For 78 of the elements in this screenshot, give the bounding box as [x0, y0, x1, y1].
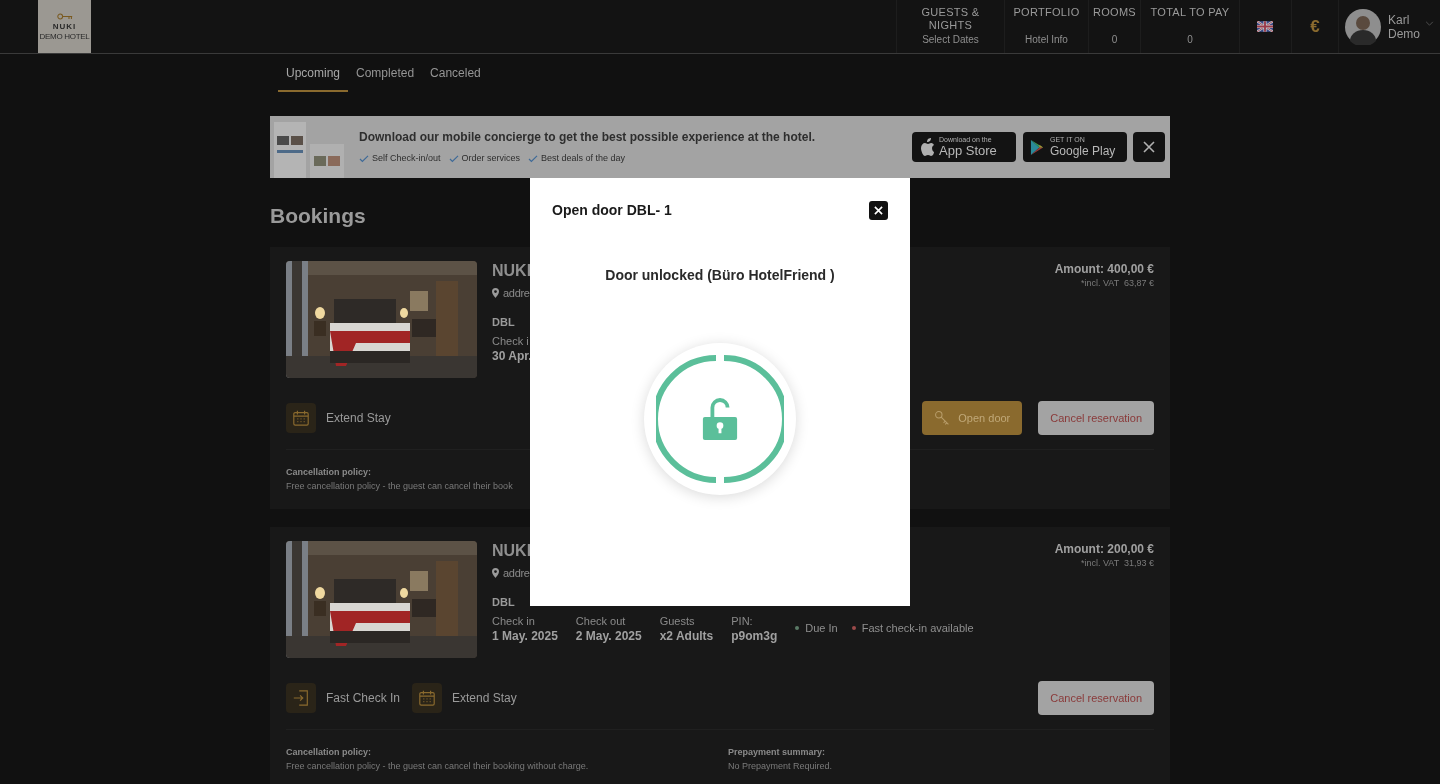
pin-icon	[492, 568, 499, 579]
uk-flag-icon[interactable]	[1257, 21, 1274, 32]
banner-headline: Download our mobile concierge to get the best possible experience at the hotel.	[359, 129, 817, 147]
tab[interactable]: Canceled	[422, 55, 489, 92]
enter-icon	[292, 689, 310, 707]
close-button[interactable]	[1133, 132, 1165, 162]
hotel-name: NUKI	[492, 541, 532, 561]
stat-value[interactable]: Hotel Info	[1025, 32, 1068, 47]
play-icon	[1030, 138, 1045, 156]
logo-subtitle: DEMO HOTEL	[39, 31, 90, 41]
icon-tile[interactable]	[286, 403, 316, 433]
logo[interactable]: NUKI DEMO HOTEL	[38, 0, 91, 53]
user-first-name[interactable]: Karl	[1388, 12, 1420, 27]
room-type: DBL	[492, 594, 516, 610]
apple-icon	[919, 137, 935, 157]
detail-label: Check in	[492, 614, 536, 628]
vat-text: *incl. VAT 63,87 €	[1080, 277, 1154, 290]
address-text: addre	[503, 286, 530, 301]
status-text: Due In	[805, 621, 838, 636]
detail-value: x2 Adults	[659, 628, 714, 644]
detail-label: Check out	[575, 614, 627, 628]
detail-value: 2 May. 2025	[575, 628, 642, 644]
stat-label: PORTFOLIO	[1013, 6, 1080, 19]
detail-label: Guests	[659, 614, 696, 628]
pin-icon	[492, 288, 499, 299]
detail-value: 1 May. 2025	[492, 628, 558, 644]
policy-text: Free cancellation policy - the guest can cancel their booking without charge.	[286, 759, 590, 773]
check-icon	[528, 155, 539, 163]
hotel-name: NUKI	[492, 261, 532, 281]
check-icon	[448, 155, 459, 163]
modal-title: Open door DBL- 1	[552, 201, 672, 220]
avatar[interactable]	[1345, 8, 1381, 45]
stat-label: TOTAL TO PAY	[1150, 6, 1230, 19]
policy-title: Cancellation policy:	[286, 466, 373, 479]
tab[interactable]: Completed	[348, 55, 423, 92]
feature-text: Order services	[461, 152, 521, 166]
currency-selector[interactable]: €	[1310, 13, 1320, 40]
stat-value[interactable]: Select Dates	[922, 32, 979, 47]
page-heading: Bookings	[270, 203, 366, 229]
address-text: addre	[503, 566, 530, 581]
user-last-name[interactable]: Demo	[1388, 26, 1420, 41]
policy-title: Cancellation policy:	[286, 746, 373, 759]
tab[interactable]: Upcoming	[278, 55, 349, 92]
detail-label: Check i	[492, 334, 530, 348]
feature-text: Best deals of the day	[541, 152, 626, 166]
badge-store-name: App Store	[939, 144, 997, 158]
check-icon	[359, 155, 369, 163]
action-link[interactable]: Extend Stay	[326, 409, 391, 427]
status-text: Fast check-in available	[861, 621, 974, 636]
icon-tile[interactable]	[412, 683, 443, 713]
calendar-icon	[292, 409, 310, 427]
vat-text: *incl. VAT 31,93 €	[1080, 557, 1154, 570]
calendar-icon	[418, 689, 437, 707]
stat-label: GUESTS & NIGHTS	[920, 6, 981, 32]
action-link[interactable]: Extend Stay	[452, 689, 517, 707]
key-icon	[934, 410, 951, 426]
stat-value[interactable]: 0	[1111, 32, 1118, 47]
prepayment-text: No Prepayment Required.	[728, 759, 833, 773]
action-link[interactable]: Fast Check In	[326, 689, 401, 707]
close-button[interactable]	[869, 201, 888, 220]
detail-value: p9om3g	[731, 628, 778, 644]
detail-value: 30 Apr.	[492, 348, 532, 364]
icon-tile[interactable]	[286, 683, 316, 713]
key-icon	[56, 12, 73, 20]
amount-text: Amount: 400,00 €	[1054, 261, 1154, 277]
feature-text: Self Check-in/out	[372, 152, 441, 166]
stat-label: ROOMS	[1092, 6, 1136, 19]
policy-text: Free cancellation policy - the guest can cancel their book	[286, 479, 514, 493]
modal-message: Door unlocked (Büro HotelFriend )	[604, 266, 836, 285]
logo-name: NUKI	[52, 21, 77, 32]
detail-label: PIN:	[731, 614, 754, 628]
room-type: DBL	[492, 314, 516, 330]
stat-value[interactable]: 0	[1187, 32, 1193, 47]
close-icon	[874, 206, 883, 215]
amount-text: Amount: 200,00 €	[1054, 541, 1154, 557]
badge-store-name: Google Play	[1050, 144, 1116, 158]
close-icon	[1143, 141, 1155, 153]
prepayment-title: Prepayment summary:	[728, 746, 827, 759]
